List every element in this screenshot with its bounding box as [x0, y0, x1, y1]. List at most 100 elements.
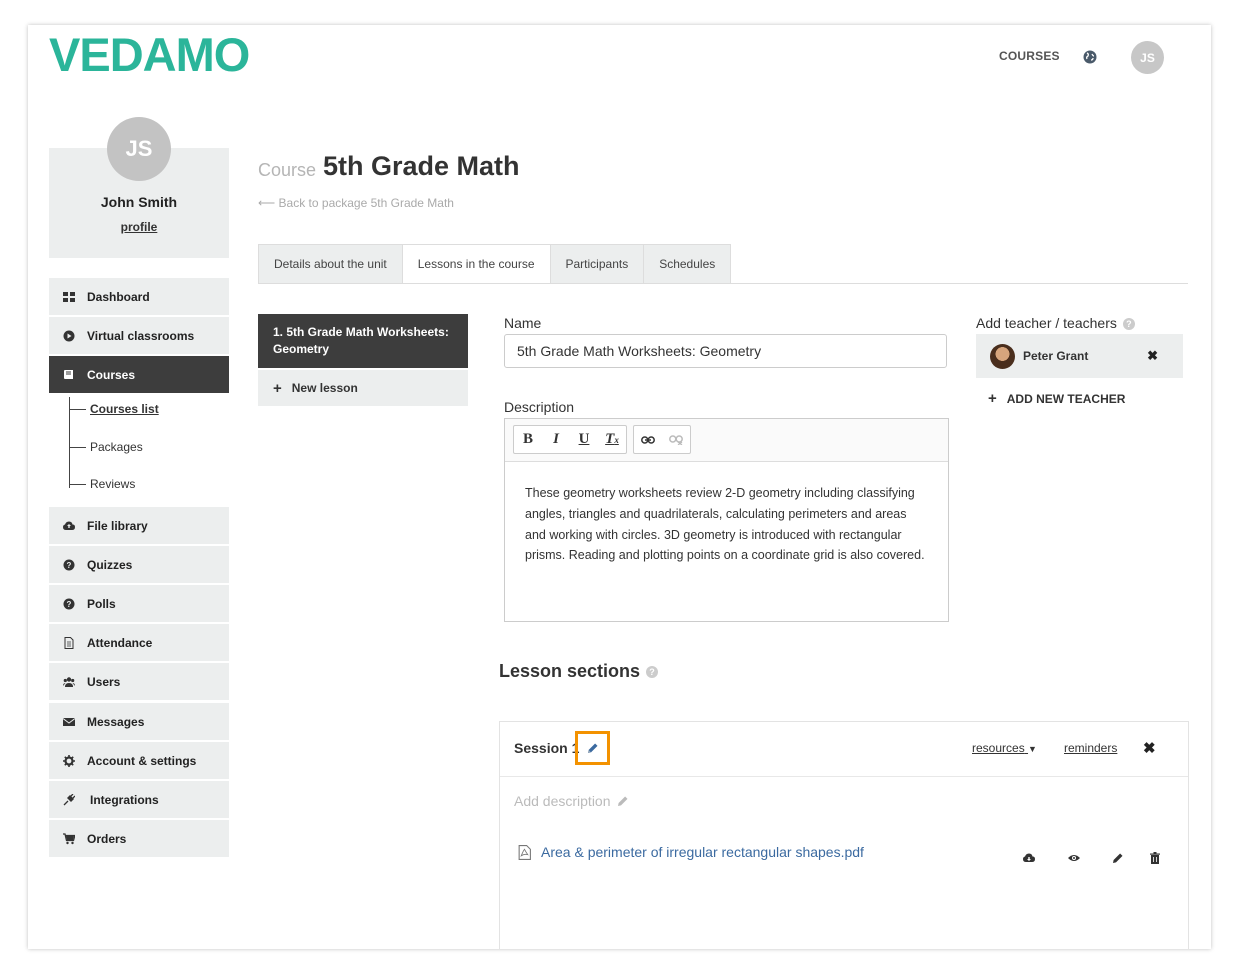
sidebar-item-label: Virtual classrooms [87, 328, 195, 343]
globe-icon[interactable] [1082, 49, 1098, 65]
tab-schedules[interactable]: Schedules [643, 244, 732, 284]
sidebar-item-dashboard[interactable]: Dashboard [49, 278, 229, 315]
download-icon[interactable] [1022, 851, 1036, 865]
sidebar-item-account-settings[interactable]: Account & settings [49, 742, 229, 779]
trash-icon[interactable] [1148, 851, 1162, 865]
cart-icon [63, 832, 75, 845]
lesson-list-item[interactable]: 1. 5th Grade Math Worksheets: Geometry [258, 314, 468, 368]
remove-teacher-icon[interactable]: ✖ [1147, 348, 1158, 364]
caret-down-icon: ▼ [1028, 744, 1037, 754]
sidebar-item-quizzes[interactable]: ? Quizzes [49, 546, 229, 583]
tab-participants[interactable]: Participants [549, 244, 644, 284]
subnav-reviews[interactable]: Reviews [70, 477, 135, 491]
eye-icon[interactable] [1067, 851, 1081, 865]
plus-icon: + [988, 390, 997, 407]
remove-format-mark: x [614, 434, 619, 445]
clear-format-button[interactable]: Tx [598, 426, 626, 453]
book-icon [63, 369, 75, 381]
delete-session-icon[interactable]: ✖ [1143, 739, 1156, 757]
play-icon [63, 330, 75, 342]
subnav-packages[interactable]: Packages [70, 440, 143, 454]
tab-details[interactable]: Details about the unit [258, 244, 402, 284]
back-to-package-link[interactable]: ⟵ Back to package 5th Grade Math [258, 196, 454, 210]
sidebar-item-virtual-classrooms[interactable]: Virtual classrooms [49, 317, 229, 354]
teachers-label: Add teacher / teachers? [976, 315, 1135, 331]
help-icon[interactable]: ? [646, 666, 659, 679]
subnav-courses-list[interactable]: Courses list [70, 402, 159, 416]
sidebar-item-attendance[interactable]: Attendance [49, 624, 229, 661]
resource-file-link[interactable]: Area & perimeter of irregular rectangula… [518, 844, 864, 860]
profile-avatar: JS [107, 117, 171, 181]
session-title: Session 1 [514, 740, 580, 756]
dashboard-icon [63, 291, 75, 303]
pencil-icon [617, 796, 628, 806]
nav-courses-link[interactable]: COURSES [999, 49, 1060, 63]
vedamo-logo[interactable]: VEDAMO [49, 33, 289, 77]
format-group: B I U Tx [513, 425, 627, 454]
sidebar-item-integrations[interactable]: Integrations [49, 781, 229, 818]
profile-name: John Smith [100, 194, 178, 210]
plus-icon: + [273, 379, 282, 397]
sidebar-item-users[interactable]: Users [49, 663, 229, 700]
add-new-teacher-button[interactable]: + ADD NEW TEACHER [988, 390, 1125, 407]
sidebar-item-label: Polls [87, 596, 116, 611]
svg-text:?: ? [67, 561, 72, 570]
underline-button[interactable]: U [570, 426, 598, 453]
subnav-label: Reviews [90, 477, 136, 491]
help-icon[interactable]: ? [1122, 318, 1135, 331]
description-editor[interactable]: B I U Tx These geometry worksheets revie… [504, 418, 949, 622]
lesson-sections-title: Lesson sections? [499, 661, 659, 682]
sidebar-item-file-library[interactable]: File library [49, 507, 229, 544]
envelope-icon [63, 716, 75, 728]
edit-file-icon[interactable] [1111, 851, 1125, 865]
sidebar-item-label: File library [87, 518, 148, 533]
description-text[interactable]: These geometry worksheets review 2-D geo… [505, 462, 948, 587]
question-icon: ? [63, 559, 75, 571]
svg-text:?: ? [67, 600, 72, 609]
link-icon[interactable] [634, 426, 662, 453]
resources-dropdown[interactable]: resources ▼ [972, 741, 1037, 755]
sidebar-item-label: Integrations [90, 792, 159, 807]
bold-button[interactable]: B [514, 426, 542, 453]
link-group [633, 425, 691, 454]
sidebar-item-messages[interactable]: Messages [49, 703, 229, 740]
sidebar-item-label: Dashboard [87, 289, 150, 304]
teacher-avatar [990, 343, 1015, 369]
sidebar-item-orders[interactable]: Orders [49, 820, 229, 857]
add-description-button[interactable]: Add description [514, 793, 629, 809]
course-label: Course [258, 160, 317, 180]
description-label: Description [504, 399, 575, 415]
sections-title-text: Lesson sections [499, 661, 641, 681]
tab-lessons[interactable]: Lessons in the course [401, 244, 550, 284]
tabs-divider [258, 283, 1188, 284]
resources-label: resources [972, 741, 1025, 755]
app-frame: VEDAMO COURSES JS JS John Smith profile … [28, 25, 1211, 949]
teachers-label-text: Add teacher / teachers [976, 315, 1117, 331]
logo-text: VEDAMO [49, 33, 249, 77]
sidebar-item-label: Account & settings [87, 753, 197, 768]
sidebar-item-label: Quizzes [87, 557, 133, 572]
user-avatar-menu[interactable]: JS [1131, 41, 1164, 74]
sidebar-item-label: Messages [87, 714, 145, 729]
sidebar-item-label: Courses [87, 367, 136, 382]
page-title: 5th Grade Math [323, 151, 520, 181]
gear-icon [63, 754, 75, 767]
new-lesson-button[interactable]: + New lesson [258, 370, 468, 406]
cloud-upload-icon [63, 520, 75, 532]
unlink-icon[interactable] [662, 426, 690, 453]
sidebar-item-polls[interactable]: ? Polls [49, 585, 229, 622]
italic-button[interactable]: I [542, 426, 570, 453]
tree-branch [70, 408, 86, 410]
sidebar-item-courses[interactable]: Courses [49, 356, 229, 393]
subnav-label: Courses list [90, 402, 159, 416]
reminders-link[interactable]: reminders [1064, 741, 1117, 755]
sidebar-item-label: Attendance [87, 635, 153, 650]
sidebar-item-label: Orders [87, 831, 127, 846]
profile-link[interactable]: profile [49, 220, 229, 234]
tree-branch [70, 483, 86, 485]
subnav-label: Packages [90, 440, 143, 454]
lesson-name-input[interactable] [504, 334, 947, 368]
edit-session-title-button[interactable] [575, 731, 610, 765]
sidebar-item-label: Users [87, 674, 121, 689]
users-icon [63, 676, 75, 688]
